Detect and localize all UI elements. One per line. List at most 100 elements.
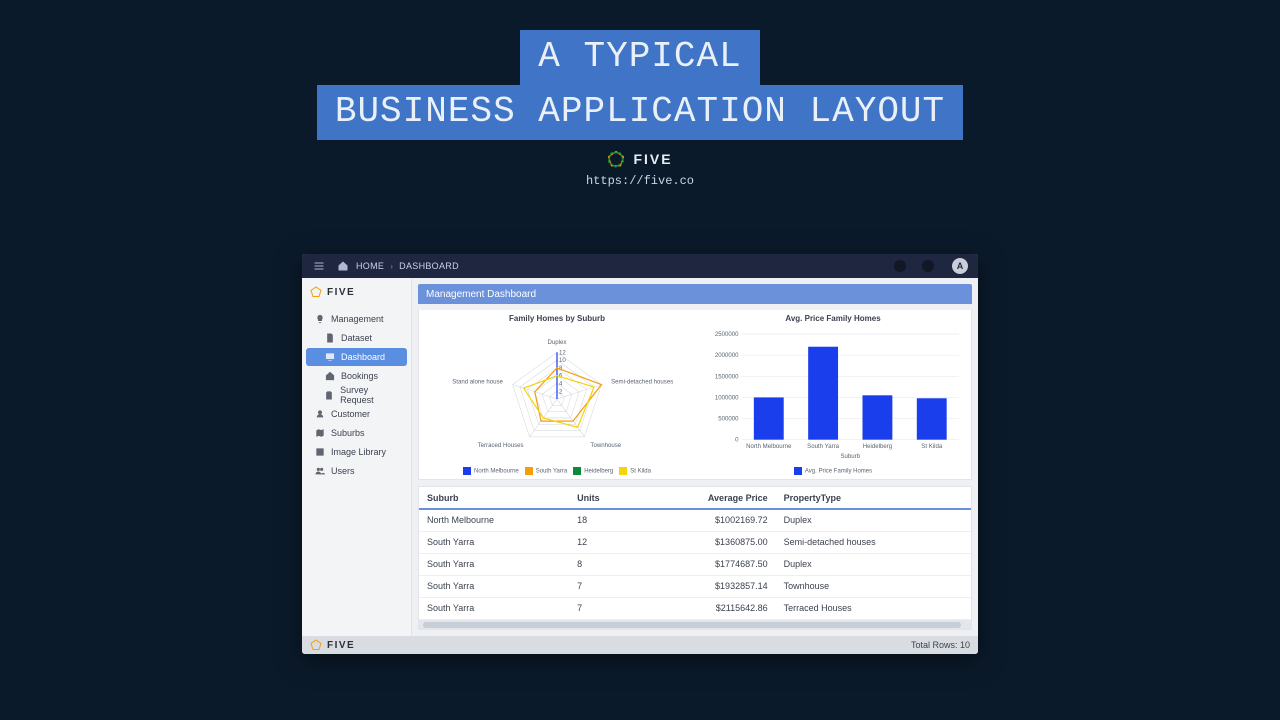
users-icon — [314, 466, 325, 477]
sidebar-item-survey-request[interactable]: Survey Request — [306, 386, 407, 404]
radar-legend: North Melbourne South Yarra Heidelberg St K… — [463, 467, 651, 475]
bar-chart-title: Avg. Price Family Homes — [785, 314, 880, 323]
legend-item[interactable]: South Yarra — [525, 467, 567, 475]
sidebar-item-management[interactable]: Management — [306, 310, 407, 328]
svg-text:Suburb: Suburb — [840, 453, 860, 460]
svg-text:2000000: 2000000 — [715, 352, 739, 359]
total-rows-value: 10 — [960, 640, 970, 650]
svg-text:2500000: 2500000 — [715, 331, 739, 338]
sidebar-item-label: Customer — [331, 409, 370, 419]
sidebar-item-customer[interactable]: Customer — [306, 405, 407, 423]
sidebar-item-users[interactable]: Users — [306, 462, 407, 480]
svg-text:1000000: 1000000 — [715, 394, 739, 401]
breadcrumb-home[interactable]: HOME — [356, 261, 384, 271]
main: Management Dashboard Family Homes by Sub… — [412, 278, 978, 636]
sidebar-item-image-library[interactable]: Image Library — [306, 443, 407, 461]
sidebar-logo: FIVE — [302, 278, 411, 306]
app-window: HOME › DASHBOARD A FIVE Management Datase… — [302, 254, 978, 654]
bar-legend: Avg. Price Family Homes — [794, 467, 872, 475]
five-logo-icon — [607, 150, 625, 168]
breadcrumb: HOME › DASHBOARD — [336, 259, 459, 273]
svg-text:Stand alone house: Stand alone house — [452, 379, 503, 386]
nav: Management Dataset Dashboard Bookings Survey… — [302, 306, 411, 485]
radar-chart-title: Family Homes by Suburb — [509, 314, 605, 323]
svg-text:10: 10 — [559, 357, 566, 364]
sidebar-item-suburbs[interactable]: Suburbs — [306, 424, 407, 442]
bar-chart: Avg. Price Family Homes 0 500000 1000000 15… — [695, 310, 971, 479]
legend-item[interactable]: St Kilda — [619, 467, 651, 475]
sidebar-item-label: Image Library — [331, 447, 386, 457]
brand-name: FIVE — [633, 151, 672, 167]
bulb-icon — [314, 314, 325, 325]
user-icon — [314, 409, 325, 420]
col-suburb[interactable]: Suburb — [419, 487, 569, 509]
menu-icon[interactable] — [312, 259, 326, 273]
notifications-icon[interactable] — [922, 260, 934, 272]
image-icon — [314, 447, 325, 458]
doc-icon — [324, 333, 335, 344]
sidebar-item-label: Suburbs — [331, 428, 365, 438]
table-row[interactable]: South Yarra7$2115642.86Terraced Houses — [419, 597, 971, 619]
brand-url: https://five.co — [0, 174, 1280, 188]
sidebar-item-label: Dataset — [341, 333, 372, 343]
sidebar-item-label: Users — [331, 466, 355, 476]
brand-line: FIVE — [0, 150, 1280, 168]
table-row[interactable]: South Yarra8$1774687.50Duplex — [419, 553, 971, 575]
help-icon[interactable] — [894, 260, 906, 272]
sidebar-item-label: Management — [331, 314, 384, 324]
svg-text:12: 12 — [559, 349, 566, 356]
home-icon — [324, 371, 335, 382]
svg-text:Townhouse: Townhouse — [590, 442, 621, 449]
chevron-right-icon: › — [390, 262, 393, 271]
svg-text:Terraced Houses: Terraced Houses — [478, 442, 524, 449]
charts-row: Family Homes by Suburb 24681012DuplexSem… — [418, 310, 972, 480]
panel-header: Management Dashboard — [418, 284, 972, 304]
svg-text:0: 0 — [735, 437, 739, 444]
legend-item[interactable]: North Melbourne — [463, 467, 519, 475]
slide-title-line1: A TYPICAL — [520, 30, 759, 85]
svg-text:Semi-detached houses: Semi-detached houses — [611, 379, 673, 386]
footer-brand: FIVE — [327, 640, 355, 651]
data-table: SuburbUnitsAverage PricePropertyType Nor… — [418, 486, 972, 630]
clipboard-icon — [324, 390, 334, 401]
sidebar-item-label: Dashboard — [341, 352, 385, 362]
sidebar-item-bookings[interactable]: Bookings — [306, 367, 407, 385]
svg-text:500000: 500000 — [718, 416, 739, 423]
horizontal-scrollbar[interactable] — [419, 620, 971, 630]
svg-text:North Melbourne: North Melbourne — [746, 443, 792, 450]
slide-title-line2: BUSINESS APPLICATION LAYOUT — [317, 85, 963, 140]
svg-text:4: 4 — [559, 381, 563, 388]
footer-logo: FIVE — [310, 639, 355, 651]
sidebar-item-dataset[interactable]: Dataset — [306, 329, 407, 347]
table-row[interactable]: South Yarra7$1932857.14Townhouse — [419, 575, 971, 597]
five-logo-icon — [310, 286, 322, 298]
app-topbar: HOME › DASHBOARD A — [302, 254, 978, 278]
col-units[interactable]: Units — [569, 487, 639, 509]
legend-item[interactable]: Heidelberg — [573, 467, 613, 475]
slide-title-block: A TYPICAL BUSINESS APPLICATION LAYOUT FI… — [0, 0, 1280, 188]
table-row[interactable]: North Melbourne18$1002169.72Duplex — [419, 509, 971, 531]
map-icon — [314, 428, 325, 439]
home-icon[interactable] — [336, 259, 350, 273]
svg-text:South Yarra: South Yarra — [807, 443, 839, 450]
sidebar-item-label: Bookings — [341, 371, 378, 381]
svg-text:1500000: 1500000 — [715, 373, 739, 380]
sidebar-brand: FIVE — [327, 287, 355, 298]
col-average-price[interactable]: Average Price — [639, 487, 776, 509]
svg-text:2: 2 — [559, 388, 563, 395]
total-rows-label: Total Rows: — [911, 640, 958, 650]
app-footer: FIVE Total Rows: 10 — [302, 636, 978, 654]
col-propertytype[interactable]: PropertyType — [776, 487, 971, 509]
svg-text:St Kilda: St Kilda — [921, 443, 943, 450]
table-row[interactable]: South Yarra12$1360875.00Semi-detached ho… — [419, 531, 971, 553]
legend-item[interactable]: Avg. Price Family Homes — [794, 467, 872, 475]
svg-text:Heidelberg: Heidelberg — [863, 443, 892, 450]
five-logo-icon — [310, 639, 322, 651]
monitor-icon — [324, 352, 335, 363]
sidebar: FIVE Management Dataset Dashboard Bookings S… — [302, 278, 412, 636]
sidebar-item-dashboard[interactable]: Dashboard — [306, 348, 407, 366]
svg-text:Duplex: Duplex — [548, 339, 567, 346]
avatar[interactable]: A — [952, 258, 968, 274]
radar-chart: Family Homes by Suburb 24681012DuplexSem… — [419, 310, 695, 479]
breadcrumb-current: DASHBOARD — [399, 261, 459, 271]
